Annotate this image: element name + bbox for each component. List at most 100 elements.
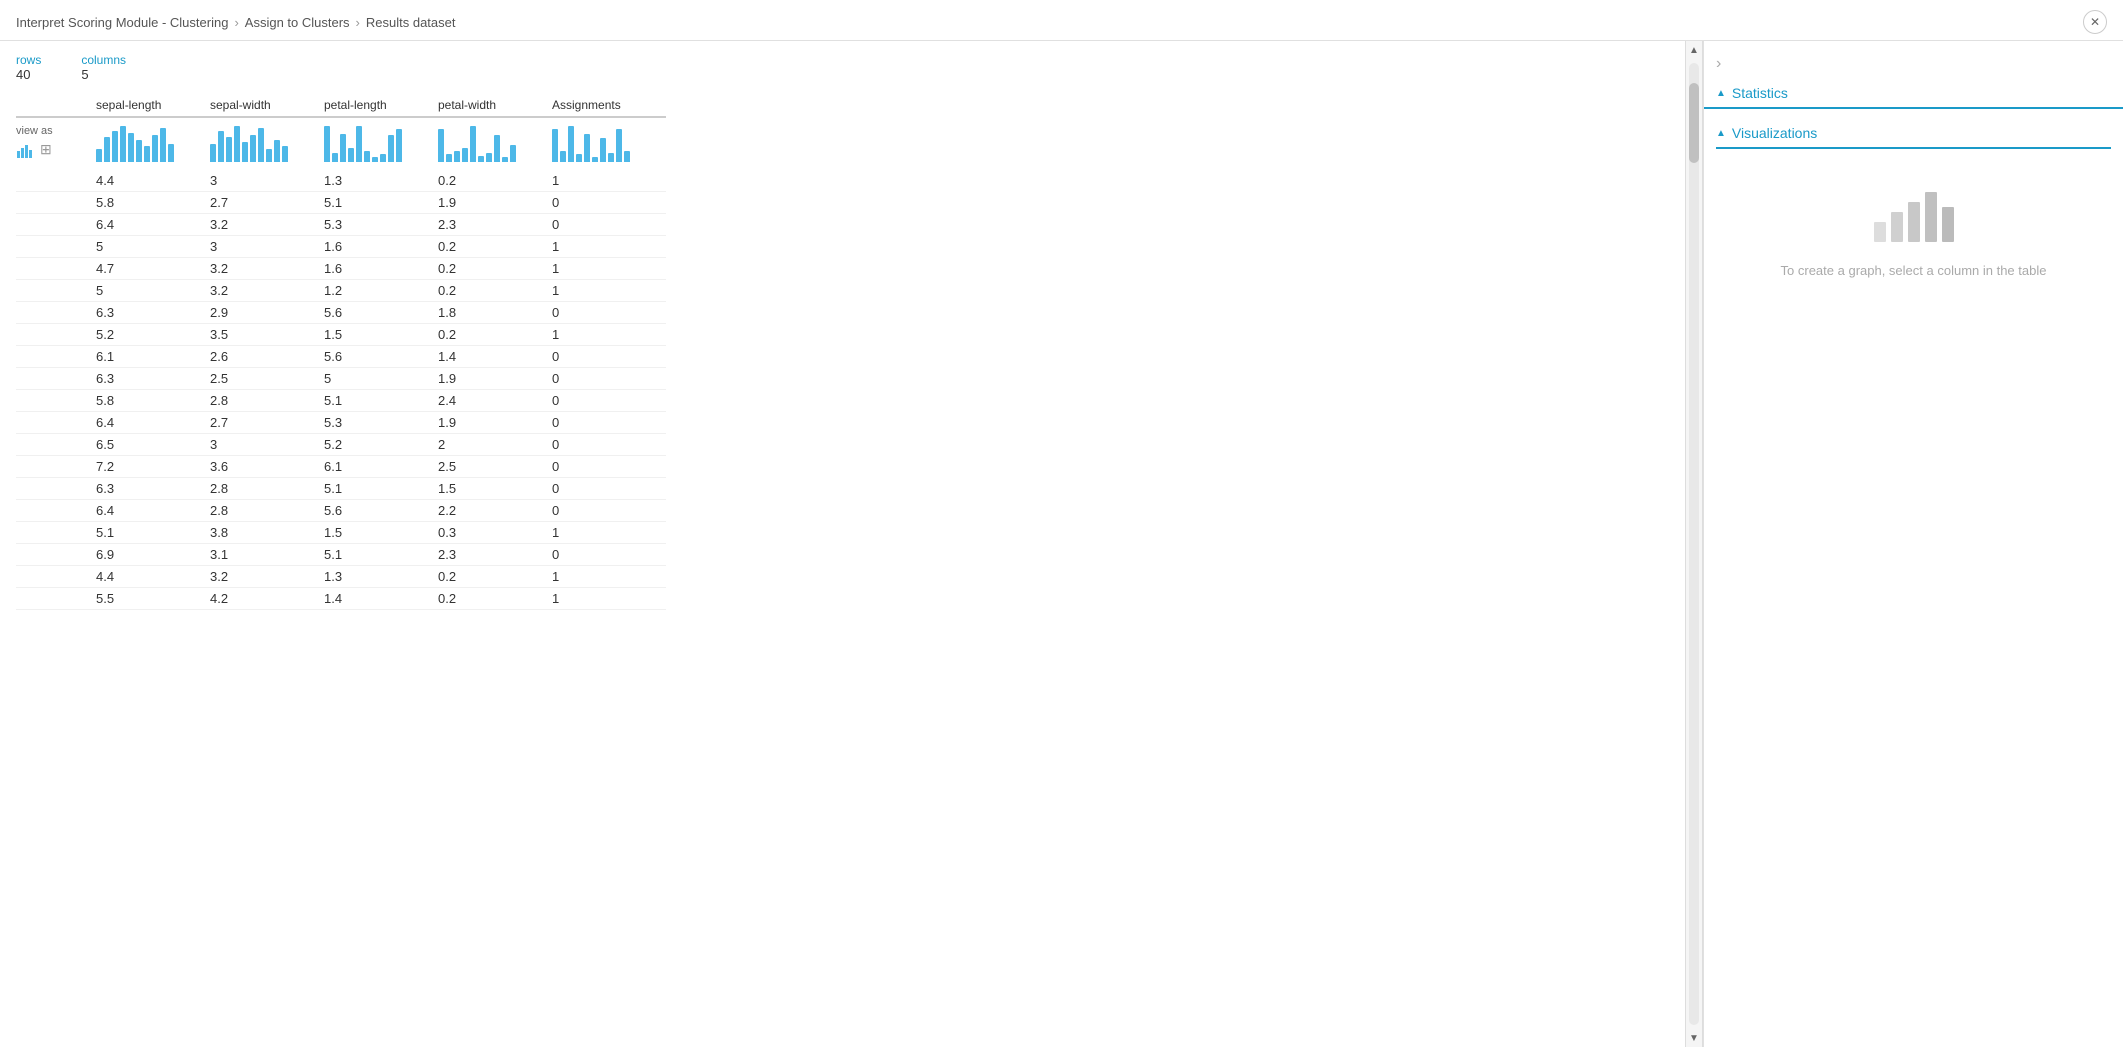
- table-row[interactable]: 6.42.75.31.90: [16, 412, 666, 434]
- row-index: [16, 500, 96, 522]
- grid-view-icon[interactable]: ⊞: [40, 141, 52, 162]
- scroll-thumb[interactable]: [1689, 83, 1699, 163]
- table-row[interactable]: 6.43.25.32.30: [16, 214, 666, 236]
- cell-3: 2: [438, 434, 552, 456]
- statistics-triangle: ▲: [1716, 88, 1726, 99]
- table-row[interactable]: 7.23.66.12.50: [16, 456, 666, 478]
- cell-4: 0: [552, 478, 666, 500]
- center-scrollbar[interactable]: ▲ ▼: [1685, 41, 1703, 1047]
- cell-1: 3.2: [210, 280, 324, 302]
- col-header-petal-length[interactable]: petal-length: [324, 94, 438, 117]
- cell-1: 4.2: [210, 588, 324, 610]
- cell-1: 2.7: [210, 412, 324, 434]
- col-header-petal-width[interactable]: petal-width: [438, 94, 552, 117]
- viz-section-header[interactable]: ▲ Visualizations: [1716, 119, 2111, 149]
- col-header-empty: [16, 94, 96, 117]
- cell-0: 6.4: [96, 500, 210, 522]
- col-header-assignments[interactable]: Assignments: [552, 94, 666, 117]
- col-header-sepal-width[interactable]: sepal-width: [210, 94, 324, 117]
- cell-3: 0.2: [438, 566, 552, 588]
- cell-1: 3: [210, 434, 324, 456]
- cell-0: 6.1: [96, 346, 210, 368]
- table-row[interactable]: 4.43.21.30.21: [16, 566, 666, 588]
- cell-4: 0: [552, 368, 666, 390]
- table-container: sepal-length sepal-width petal-length pe…: [16, 94, 1685, 1047]
- cell-2: 5.3: [324, 412, 438, 434]
- table-row[interactable]: 531.60.21: [16, 236, 666, 258]
- cell-3: 0.2: [438, 588, 552, 610]
- row-index: [16, 170, 96, 192]
- cell-2: 5: [324, 368, 438, 390]
- cell-2: 5.6: [324, 346, 438, 368]
- table-row[interactable]: 6.93.15.12.30: [16, 544, 666, 566]
- row-index: [16, 324, 96, 346]
- cell-1: 3.1: [210, 544, 324, 566]
- table-row[interactable]: 5.54.21.40.21: [16, 588, 666, 610]
- histogram-sepal-length[interactable]: [96, 117, 210, 170]
- cell-2: 1.5: [324, 324, 438, 346]
- row-index: [16, 302, 96, 324]
- cell-0: 4.7: [96, 258, 210, 280]
- breadcrumb-part3: Results dataset: [366, 15, 456, 30]
- cell-3: 2.5: [438, 456, 552, 478]
- table-row[interactable]: 6.42.85.62.20: [16, 500, 666, 522]
- cell-1: 2.6: [210, 346, 324, 368]
- histogram-row: view as: [16, 117, 666, 170]
- header-bar: Interpret Scoring Module - Clustering › …: [0, 0, 2123, 41]
- cell-2: 5.1: [324, 192, 438, 214]
- table-row[interactable]: 4.73.21.60.21: [16, 258, 666, 280]
- statistics-section-header[interactable]: ▲ Statistics: [1704, 79, 2123, 109]
- histogram-assignments[interactable]: [552, 117, 666, 170]
- panel-collapse-toggle[interactable]: ›: [1704, 49, 2123, 79]
- table-row[interactable]: 6.535.220: [16, 434, 666, 456]
- row-index: [16, 566, 96, 588]
- cell-4: 0: [552, 544, 666, 566]
- right-content: › ▲ Statistics ▲ Visualizations: [1704, 41, 2123, 1047]
- histogram-petal-width[interactable]: [438, 117, 552, 170]
- cell-1: 3.2: [210, 214, 324, 236]
- scroll-up-arrow[interactable]: ▲: [1685, 41, 1703, 59]
- breadcrumb-part2[interactable]: Assign to Clusters: [245, 15, 350, 30]
- cell-3: 0.2: [438, 170, 552, 192]
- cell-1: 3.8: [210, 522, 324, 544]
- columns-meta: columns 5: [81, 53, 126, 82]
- table-row[interactable]: 5.82.85.12.40: [16, 390, 666, 412]
- cell-4: 0: [552, 456, 666, 478]
- scroll-down-arrow[interactable]: ▼: [1685, 1029, 1703, 1047]
- close-button[interactable]: ✕: [2083, 10, 2107, 34]
- table-row[interactable]: 6.12.65.61.40: [16, 346, 666, 368]
- left-panel: rows 40 columns 5 sepal-length sepal-wid…: [0, 41, 1685, 1047]
- table-scroll[interactable]: sepal-length sepal-width petal-length pe…: [16, 94, 1685, 1047]
- cell-3: 0.2: [438, 258, 552, 280]
- scroll-track[interactable]: [1689, 63, 1699, 1025]
- cell-2: 6.1: [324, 456, 438, 478]
- cell-4: 0: [552, 390, 666, 412]
- cell-0: 6.9: [96, 544, 210, 566]
- table-row[interactable]: 5.82.75.11.90: [16, 192, 666, 214]
- table-row[interactable]: 6.32.95.61.80: [16, 302, 666, 324]
- row-index: [16, 214, 96, 236]
- rows-meta: rows 40: [16, 53, 41, 82]
- cell-4: 0: [552, 412, 666, 434]
- cell-0: 5: [96, 280, 210, 302]
- row-index: [16, 522, 96, 544]
- cell-3: 1.8: [438, 302, 552, 324]
- table-row[interactable]: 6.32.551.90: [16, 368, 666, 390]
- histogram-petal-length[interactable]: [324, 117, 438, 170]
- table-row[interactable]: 5.13.81.50.31: [16, 522, 666, 544]
- row-index: [16, 258, 96, 280]
- cell-3: 2.4: [438, 390, 552, 412]
- right-panel: › ▲ Statistics ▲ Visualizations: [1703, 41, 2123, 1047]
- col-header-sepal-length[interactable]: sepal-length: [96, 94, 210, 117]
- cell-2: 5.3: [324, 214, 438, 236]
- table-row[interactable]: 6.32.85.11.50: [16, 478, 666, 500]
- histogram-view-icon[interactable]: [16, 141, 34, 162]
- row-index: [16, 236, 96, 258]
- table-row[interactable]: 4.431.30.21: [16, 170, 666, 192]
- cell-2: 1.2: [324, 280, 438, 302]
- table-row[interactable]: 53.21.20.21: [16, 280, 666, 302]
- table-row[interactable]: 5.23.51.50.21: [16, 324, 666, 346]
- row-index: [16, 412, 96, 434]
- histogram-sepal-width[interactable]: [210, 117, 324, 170]
- cell-0: 5.5: [96, 588, 210, 610]
